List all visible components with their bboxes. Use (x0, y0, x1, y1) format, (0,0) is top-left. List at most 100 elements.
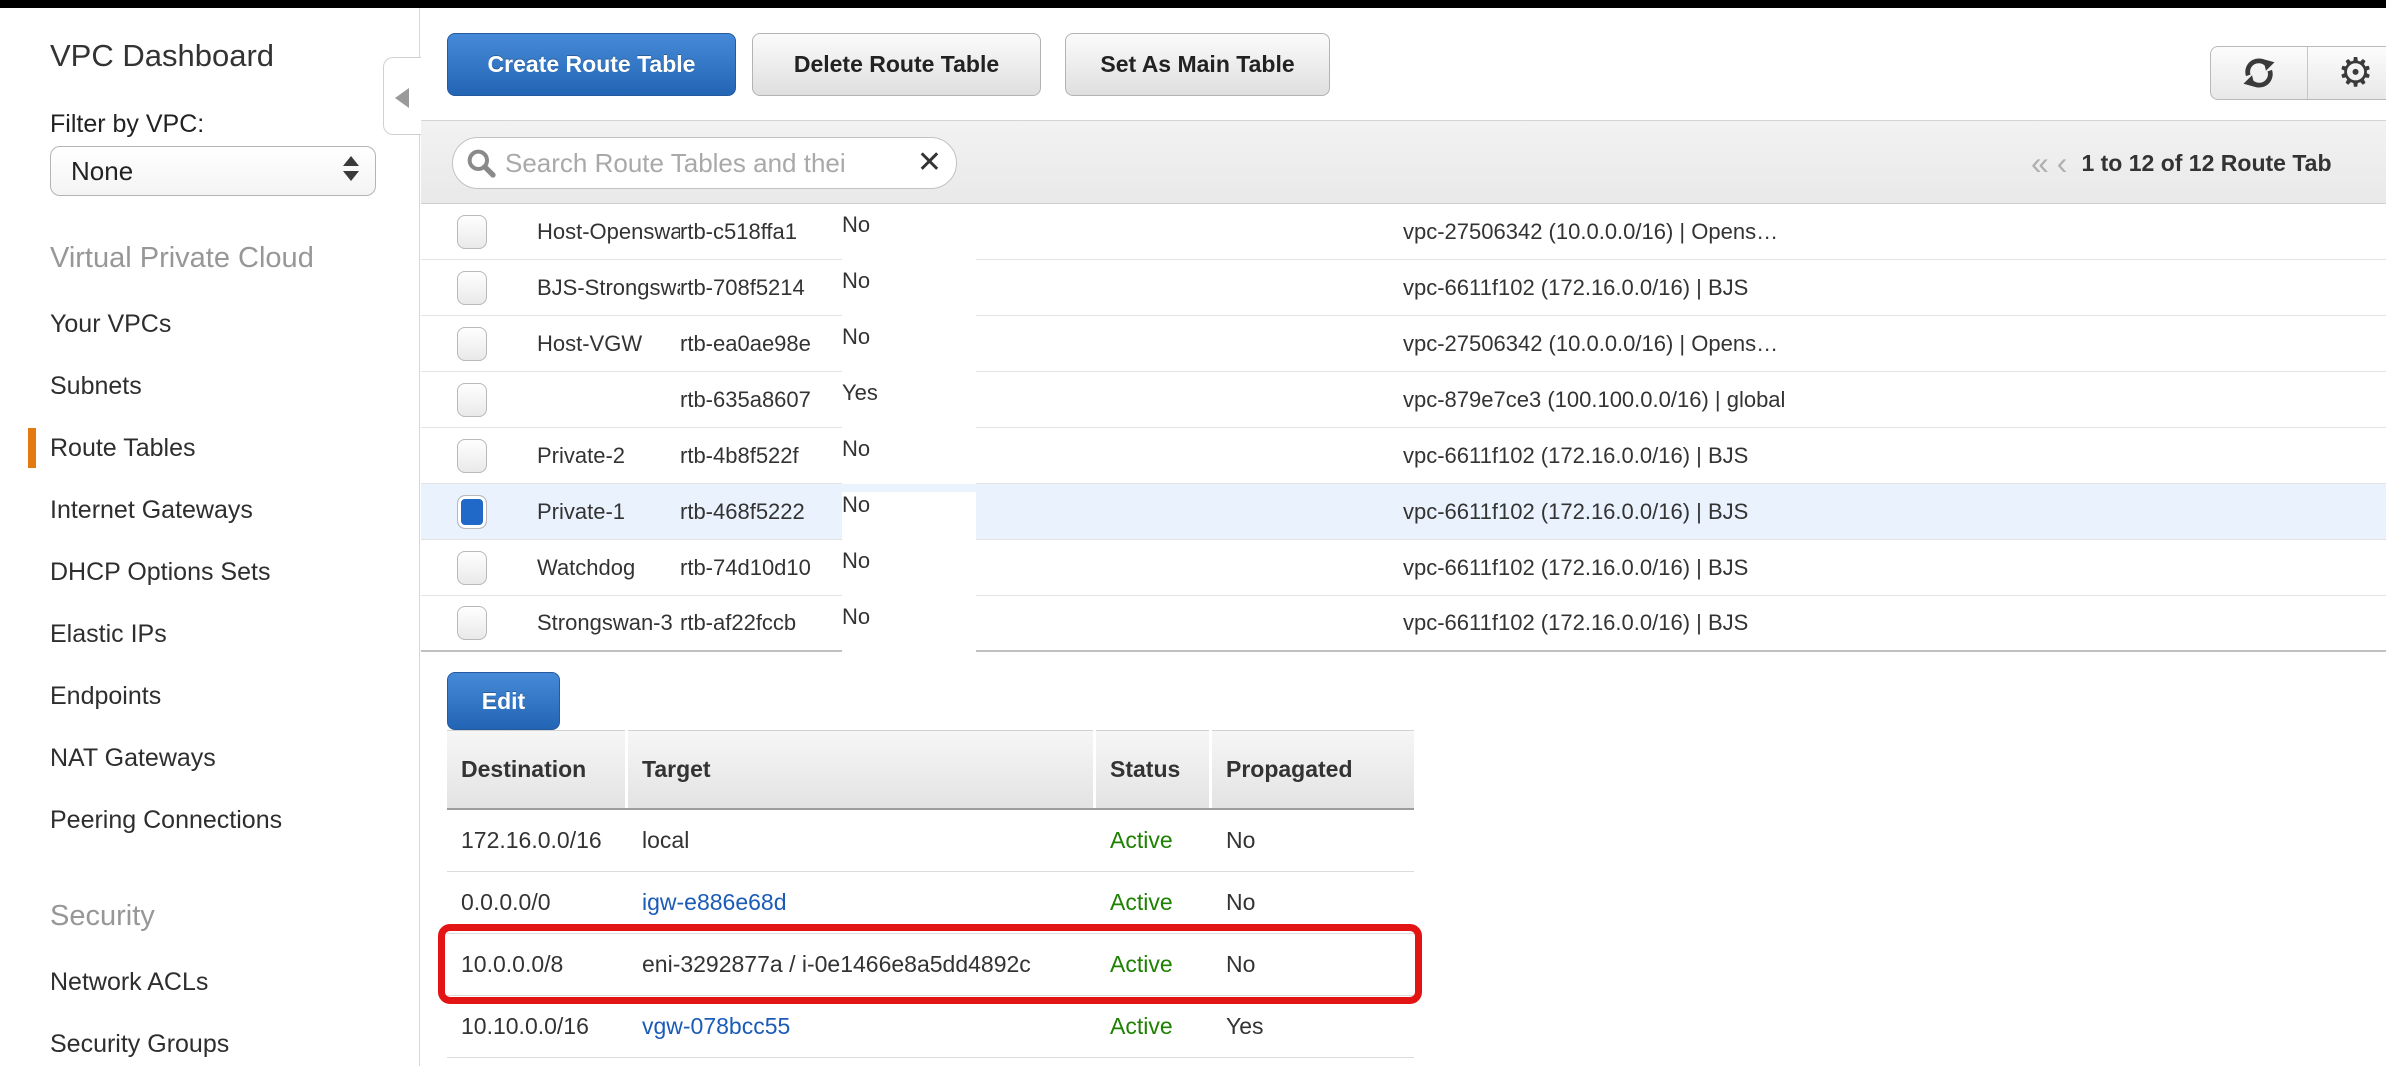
cell-status: Active (1096, 1013, 1209, 1040)
cell-propagated: No (1212, 889, 1414, 916)
route-tables-table: Host-Openswan rtb-c518ffa1 0 Subnets No … (421, 204, 2386, 652)
sidebar-item-peering-connections[interactable]: Peering Connections (0, 789, 420, 851)
sidebar-item-dhcp-options-sets[interactable]: DHCP Options Sets (0, 541, 420, 603)
table-row[interactable]: BJS-Strongswan rtb-708f5214 2 Subnets No… (421, 260, 2386, 316)
table-row[interactable]: Watchdog rtb-74d10d10 1 Subnet No vpc-66… (421, 540, 2386, 596)
sidebar-item-route-tables[interactable]: Route Tables (0, 417, 420, 479)
select-stepper-icon (343, 156, 359, 181)
cell-vpc: vpc-27506342 (10.0.0.0/16) | Opens… (1403, 331, 2386, 357)
section-heading-security: Security (50, 900, 155, 933)
cell-vpc: vpc-6611f102 (172.16.0.0/16) | BJS (1403, 499, 2386, 525)
filter-by-vpc-label: Filter by VPC: (50, 110, 204, 139)
cell-propagated: Yes (1212, 1013, 1414, 1040)
create-route-table-button[interactable]: Create Route Table (447, 33, 736, 96)
vpc-filter-value: None (51, 156, 133, 187)
row-checkbox[interactable] (457, 439, 487, 473)
row-checkbox[interactable] (457, 271, 487, 305)
sidebar-nav-vpc: Your VPCs Subnets Route Tables Internet … (0, 293, 420, 851)
cell-status: Active (1096, 951, 1209, 978)
column-header-propagated: Propagated (1212, 730, 1414, 808)
cell-destination: 0.0.0.0/0 (447, 889, 625, 916)
search-icon (465, 147, 497, 179)
main-panel: Create Route Table Delete Route Table Se… (421, 8, 2386, 1066)
cell-vpc: vpc-879e7ce3 (100.100.0.0/16) | global (1403, 387, 2386, 413)
cell-vpc: vpc-6611f102 (172.16.0.0/16) | BJS (1403, 555, 2386, 581)
cell-name: BJS-Strongswan (537, 275, 680, 301)
sidebar: VPC Dashboard Filter by VPC: None Virtua… (0, 8, 420, 1066)
table-row[interactable]: Host-Openswan rtb-c518ffa1 0 Subnets No … (421, 204, 2386, 260)
sidebar-nav-security: Network ACLs Security Groups (0, 951, 420, 1066)
cell-target: local (628, 827, 1093, 854)
edit-button[interactable]: Edit (447, 672, 560, 730)
pagination-prev-icon[interactable]: ‹ (2057, 147, 2068, 179)
search-input[interactable] (505, 148, 917, 179)
cell-name: Private-1 (537, 499, 680, 525)
column-header-status: Status (1096, 730, 1209, 808)
refresh-icon (2240, 54, 2278, 92)
routes-table: Destination Target Status Propagated 172… (447, 730, 1414, 1058)
cell-name: Host-VGW (537, 331, 680, 357)
cell-destination: 172.16.0.0/16 (447, 827, 625, 854)
pagination-range: 1 to 12 of 12 Route Tab (2081, 150, 2331, 177)
table-row[interactable]: Private-2 rtb-4b8f522f 1 Subnet No vpc-6… (421, 428, 2386, 484)
cell-destination: 10.0.0.0/8 (447, 951, 625, 978)
cell-name: Host-Openswan (537, 219, 680, 245)
cell-name: Private-2 (537, 443, 680, 469)
section-heading-vpc: Virtual Private Cloud (50, 242, 314, 275)
table-row[interactable]: rtb-635a8607 0 Subnets Yes vpc-879e7ce3 … (421, 372, 2386, 428)
refresh-button[interactable] (2211, 47, 2307, 99)
table-actions-group: ⚙ (2210, 46, 2386, 100)
pagination-first-icon[interactable]: « (2031, 147, 2049, 179)
vpc-console-page: VPC Dashboard Filter by VPC: None Virtua… (0, 0, 2386, 1066)
row-checkbox-checked[interactable] (457, 495, 487, 529)
cell-vpc: vpc-6611f102 (172.16.0.0/16) | BJS (1403, 275, 2386, 301)
settings-button[interactable]: ⚙ (2307, 47, 2386, 99)
pagination: « ‹ 1 to 12 of 12 Route Tab (2031, 121, 2332, 205)
row-checkbox[interactable] (457, 327, 487, 361)
sidebar-item-endpoints[interactable]: Endpoints (0, 665, 420, 727)
collapse-left-icon (395, 88, 409, 108)
sidebar-item-your-vpcs[interactable]: Your VPCs (0, 293, 420, 355)
cell-destination: 10.10.0.0/16 (447, 1013, 625, 1040)
vpc-filter-select[interactable]: None (50, 146, 376, 196)
route-row: 0.0.0.0/0 igw-e886e68d Active No (447, 872, 1414, 934)
route-row: 172.16.0.0/16 local Active No (447, 810, 1414, 872)
cell-name: Watchdog (537, 555, 680, 581)
cell-propagated: No (1212, 951, 1414, 978)
routes-table-header: Destination Target Status Propagated (447, 730, 1414, 810)
row-checkbox[interactable] (457, 606, 487, 640)
sidebar-item-security-groups[interactable]: Security Groups (0, 1013, 420, 1066)
table-row-selected[interactable]: Private-1 rtb-468f5222 1 Subnet No vpc-6… (421, 484, 2386, 540)
search-toolbar: ✕ « ‹ 1 to 12 of 12 Route Tab (421, 120, 2386, 204)
cell-target: eni-3292877a / i-0e1466e8a5dd4892c (628, 951, 1093, 978)
sidebar-collapse-button[interactable] (383, 57, 421, 135)
column-header-target: Target (628, 730, 1093, 808)
table-row[interactable]: Host-VGW rtb-ea0ae98e 1 Subnet No vpc-27… (421, 316, 2386, 372)
sidebar-item-elastic-ips[interactable]: Elastic IPs (0, 603, 420, 665)
cell-name: Strongswan-3 (537, 610, 680, 636)
sidebar-item-subnets[interactable]: Subnets (0, 355, 420, 417)
route-row-annotated: 10.0.0.0/8 eni-3292877a / i-0e1466e8a5dd… (447, 934, 1414, 996)
sidebar-item-internet-gateways[interactable]: Internet Gateways (0, 479, 420, 541)
cell-vpc: vpc-6611f102 (172.16.0.0/16) | BJS (1403, 443, 2386, 469)
search-box: ✕ (452, 137, 957, 189)
route-row: 10.10.0.0/16 vgw-078bcc55 Active Yes (447, 996, 1414, 1058)
row-checkbox[interactable] (457, 551, 487, 585)
row-checkbox[interactable] (457, 383, 487, 417)
column-header-destination: Destination (447, 730, 625, 808)
clear-search-icon[interactable]: ✕ (917, 148, 942, 178)
cell-vpc: vpc-27506342 (10.0.0.0/16) | Opens… (1403, 219, 2386, 245)
cell-vpc: vpc-6611f102 (172.16.0.0/16) | BJS (1403, 610, 2386, 636)
sidebar-item-nat-gateways[interactable]: NAT Gateways (0, 727, 420, 789)
cell-status: Active (1096, 889, 1209, 916)
sidebar-item-network-acls[interactable]: Network ACLs (0, 951, 420, 1013)
cell-propagated: No (1212, 827, 1414, 854)
delete-route-table-button[interactable]: Delete Route Table (752, 33, 1041, 96)
target-link[interactable]: vgw-078bcc55 (628, 1013, 1093, 1040)
target-link[interactable]: igw-e886e68d (628, 889, 1093, 916)
set-as-main-table-button[interactable]: Set As Main Table (1065, 33, 1330, 96)
table-row[interactable]: Strongswan-3 rtb-af22fccb 1 Subnet No vp… (421, 596, 2386, 652)
top-black-bar (0, 0, 2386, 8)
page-title: VPC Dashboard (50, 38, 274, 74)
row-checkbox[interactable] (457, 215, 487, 249)
